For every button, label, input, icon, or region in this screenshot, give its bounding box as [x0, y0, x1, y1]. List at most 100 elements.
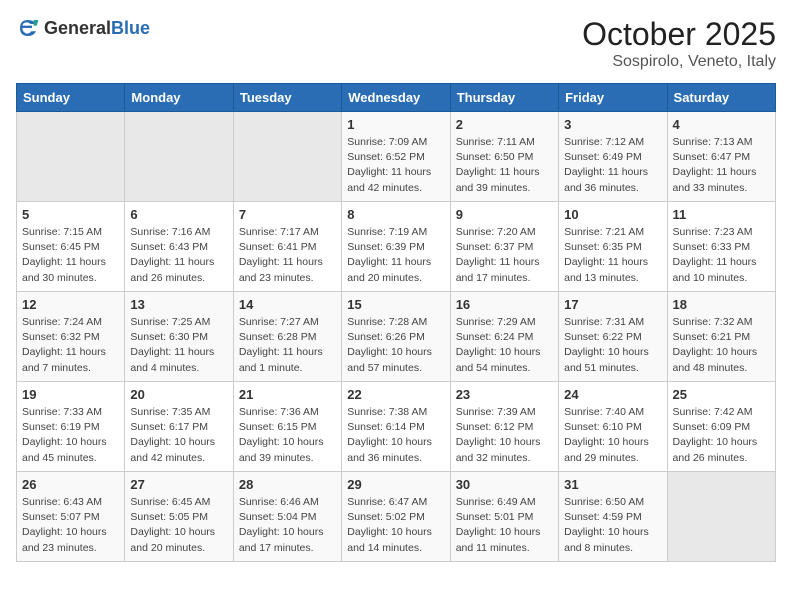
- day-number: 3: [564, 117, 661, 132]
- day-info: Sunrise: 6:47 AM Sunset: 5:02 PM Dayligh…: [347, 495, 444, 556]
- day-number: 2: [456, 117, 553, 132]
- day-number: 11: [673, 207, 770, 222]
- day-info: Sunrise: 7:27 AM Sunset: 6:28 PM Dayligh…: [239, 315, 336, 376]
- day-info: Sunrise: 7:16 AM Sunset: 6:43 PM Dayligh…: [130, 225, 227, 286]
- day-info: Sunrise: 7:29 AM Sunset: 6:24 PM Dayligh…: [456, 315, 553, 376]
- calendar-cell: 4 Sunrise: 7:13 AM Sunset: 6:47 PM Daylig…: [667, 112, 775, 202]
- logo: GeneralBlue: [16, 16, 150, 40]
- calendar-cell: 31 Sunrise: 6:50 AM Sunset: 4:59 PM Dayli…: [559, 472, 667, 562]
- day-number: 21: [239, 387, 336, 402]
- day-number: 26: [22, 477, 119, 492]
- calendar-cell: [667, 472, 775, 562]
- day-of-week-header: Monday: [125, 84, 233, 112]
- day-number: 28: [239, 477, 336, 492]
- calendar-week-row: 12Sunrise: 7:24 AM Sunset: 6:32 PM Dayli…: [17, 292, 776, 382]
- day-number: 22: [347, 387, 444, 402]
- day-number: 5: [22, 207, 119, 222]
- day-info: Sunrise: 7:23 AM Sunset: 6:33 PM Dayligh…: [673, 225, 770, 286]
- calendar-cell: 9 Sunrise: 7:20 AM Sunset: 6:37 PM Daylig…: [450, 202, 558, 292]
- day-number: 14: [239, 297, 336, 312]
- logo-text-blue: Blue: [111, 18, 150, 38]
- calendar-cell: [17, 112, 125, 202]
- day-number: 1: [347, 117, 444, 132]
- calendar-cell: 14 Sunrise: 7:27 AM Sunset: 6:28 PM Dayli…: [233, 292, 341, 382]
- calendar-week-row: 5 Sunrise: 7:15 AM Sunset: 6:45 PM Daylig…: [17, 202, 776, 292]
- day-of-week-header: Wednesday: [342, 84, 450, 112]
- day-info: Sunrise: 7:35 AM Sunset: 6:17 PM Dayligh…: [130, 405, 227, 466]
- month-title: October 2025: [582, 16, 776, 53]
- location-title: Sospirolo, Veneto, Italy: [582, 53, 776, 71]
- calendar-cell: 3 Sunrise: 7:12 AM Sunset: 6:49 PM Daylig…: [559, 112, 667, 202]
- calendar-cell: 16 Sunrise: 7:29 AM Sunset: 6:24 PM Dayli…: [450, 292, 558, 382]
- logo-text-general: General: [44, 18, 111, 38]
- calendar-week-row: 1Sunrise: 7:09 AM Sunset: 6:52 PM Daylig…: [17, 112, 776, 202]
- logo-icon: [16, 16, 40, 40]
- day-number: 7: [239, 207, 336, 222]
- calendar-cell: 1Sunrise: 7:09 AM Sunset: 6:52 PM Daylig…: [342, 112, 450, 202]
- day-number: 4: [673, 117, 770, 132]
- calendar-cell: 13 Sunrise: 7:25 AM Sunset: 6:30 PM Dayli…: [125, 292, 233, 382]
- day-number: 24: [564, 387, 661, 402]
- day-number: 27: [130, 477, 227, 492]
- calendar-cell: [233, 112, 341, 202]
- calendar-header-row: SundayMondayTuesdayWednesdayThursdayFrid…: [17, 84, 776, 112]
- day-number: 18: [673, 297, 770, 312]
- day-of-week-header: Friday: [559, 84, 667, 112]
- calendar-cell: 10Sunrise: 7:21 AM Sunset: 6:35 PM Dayli…: [559, 202, 667, 292]
- day-info: Sunrise: 6:45 AM Sunset: 5:05 PM Dayligh…: [130, 495, 227, 556]
- calendar-cell: 25 Sunrise: 7:42 AM Sunset: 6:09 PM Dayli…: [667, 382, 775, 472]
- day-info: Sunrise: 7:17 AM Sunset: 6:41 PM Dayligh…: [239, 225, 336, 286]
- day-info: Sunrise: 6:43 AM Sunset: 5:07 PM Dayligh…: [22, 495, 119, 556]
- day-info: Sunrise: 7:42 AM Sunset: 6:09 PM Dayligh…: [673, 405, 770, 466]
- calendar-cell: 8Sunrise: 7:19 AM Sunset: 6:39 PM Daylig…: [342, 202, 450, 292]
- calendar-cell: [125, 112, 233, 202]
- day-info: Sunrise: 7:33 AM Sunset: 6:19 PM Dayligh…: [22, 405, 119, 466]
- calendar-week-row: 19Sunrise: 7:33 AM Sunset: 6:19 PM Dayli…: [17, 382, 776, 472]
- day-info: Sunrise: 7:39 AM Sunset: 6:12 PM Dayligh…: [456, 405, 553, 466]
- day-number: 6: [130, 207, 227, 222]
- day-info: Sunrise: 7:13 AM Sunset: 6:47 PM Dayligh…: [673, 135, 770, 196]
- day-number: 31: [564, 477, 661, 492]
- calendar-cell: 6 Sunrise: 7:16 AM Sunset: 6:43 PM Daylig…: [125, 202, 233, 292]
- calendar-cell: 22Sunrise: 7:38 AM Sunset: 6:14 PM Dayli…: [342, 382, 450, 472]
- calendar-cell: 29 Sunrise: 6:47 AM Sunset: 5:02 PM Dayli…: [342, 472, 450, 562]
- calendar-cell: 7 Sunrise: 7:17 AM Sunset: 6:41 PM Daylig…: [233, 202, 341, 292]
- day-info: Sunrise: 7:12 AM Sunset: 6:49 PM Dayligh…: [564, 135, 661, 196]
- day-number: 8: [347, 207, 444, 222]
- day-of-week-header: Tuesday: [233, 84, 341, 112]
- day-of-week-header: Saturday: [667, 84, 775, 112]
- calendar-cell: 19Sunrise: 7:33 AM Sunset: 6:19 PM Dayli…: [17, 382, 125, 472]
- calendar-cell: 30Sunrise: 6:49 AM Sunset: 5:01 PM Dayli…: [450, 472, 558, 562]
- day-number: 9: [456, 207, 553, 222]
- calendar-cell: 5 Sunrise: 7:15 AM Sunset: 6:45 PM Daylig…: [17, 202, 125, 292]
- calendar-cell: 18 Sunrise: 7:32 AM Sunset: 6:21 PM Dayli…: [667, 292, 775, 382]
- day-number: 20: [130, 387, 227, 402]
- day-number: 25: [673, 387, 770, 402]
- day-info: Sunrise: 6:49 AM Sunset: 5:01 PM Dayligh…: [456, 495, 553, 556]
- day-info: Sunrise: 6:50 AM Sunset: 4:59 PM Dayligh…: [564, 495, 661, 556]
- day-info: Sunrise: 7:32 AM Sunset: 6:21 PM Dayligh…: [673, 315, 770, 376]
- title-block: October 2025 Sospirolo, Veneto, Italy: [582, 16, 776, 71]
- calendar-cell: 15Sunrise: 7:28 AM Sunset: 6:26 PM Dayli…: [342, 292, 450, 382]
- calendar-cell: 23Sunrise: 7:39 AM Sunset: 6:12 PM Dayli…: [450, 382, 558, 472]
- calendar-cell: 20 Sunrise: 7:35 AM Sunset: 6:17 PM Dayli…: [125, 382, 233, 472]
- day-number: 29: [347, 477, 444, 492]
- day-number: 17: [564, 297, 661, 312]
- day-info: Sunrise: 7:20 AM Sunset: 6:37 PM Dayligh…: [456, 225, 553, 286]
- calendar-cell: 26 Sunrise: 6:43 AM Sunset: 5:07 PM Dayli…: [17, 472, 125, 562]
- day-of-week-header: Sunday: [17, 84, 125, 112]
- day-info: Sunrise: 7:21 AM Sunset: 6:35 PM Dayligh…: [564, 225, 661, 286]
- calendar-body: 1Sunrise: 7:09 AM Sunset: 6:52 PM Daylig…: [17, 112, 776, 562]
- day-info: Sunrise: 7:25 AM Sunset: 6:30 PM Dayligh…: [130, 315, 227, 376]
- day-info: Sunrise: 7:36 AM Sunset: 6:15 PM Dayligh…: [239, 405, 336, 466]
- day-info: Sunrise: 7:24 AM Sunset: 6:32 PM Dayligh…: [22, 315, 119, 376]
- day-info: Sunrise: 7:11 AM Sunset: 6:50 PM Dayligh…: [456, 135, 553, 196]
- day-info: Sunrise: 7:15 AM Sunset: 6:45 PM Dayligh…: [22, 225, 119, 286]
- calendar-cell: 24Sunrise: 7:40 AM Sunset: 6:10 PM Dayli…: [559, 382, 667, 472]
- day-number: 16: [456, 297, 553, 312]
- calendar-cell: 27 Sunrise: 6:45 AM Sunset: 5:05 PM Dayli…: [125, 472, 233, 562]
- day-info: Sunrise: 7:31 AM Sunset: 6:22 PM Dayligh…: [564, 315, 661, 376]
- day-info: Sunrise: 7:28 AM Sunset: 6:26 PM Dayligh…: [347, 315, 444, 376]
- day-number: 13: [130, 297, 227, 312]
- calendar-week-row: 26 Sunrise: 6:43 AM Sunset: 5:07 PM Dayli…: [17, 472, 776, 562]
